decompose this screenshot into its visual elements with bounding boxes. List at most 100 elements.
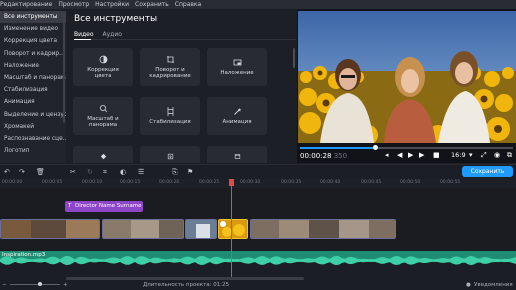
tab-audio[interactable]: Аудио	[103, 31, 122, 38]
title-clip[interactable]: T Director Name Surname	[65, 201, 143, 212]
redo-icon[interactable]: ↷	[19, 168, 25, 176]
video-preview[interactable]	[298, 11, 516, 143]
menu-settings[interactable]: Настройки	[95, 0, 129, 9]
export-frame-icon[interactable]: ⎘	[172, 168, 178, 177]
bell-icon[interactable]: ●	[466, 282, 471, 288]
video-clip[interactable]	[102, 219, 184, 239]
sidebar-item-scene[interactable]: Распознавание сце...	[0, 133, 66, 145]
delete-icon[interactable]: 🗑	[36, 168, 45, 176]
menu-save[interactable]: Сохранить	[135, 0, 169, 9]
zoom-in-icon[interactable]: +	[63, 282, 68, 288]
menu-edit[interactable]: Редактирование	[0, 0, 52, 9]
tile-animation[interactable]: Анимация	[207, 97, 267, 135]
progress-fill	[300, 147, 375, 149]
timeline-scrollbar[interactable]	[66, 277, 304, 280]
tile-label: Стабилизация	[149, 118, 191, 125]
audio-track[interactable]	[0, 251, 516, 266]
ruler-tick-label: 00:00:20	[159, 180, 180, 185]
color-adjust-icon[interactable]: ◐	[120, 168, 126, 176]
zoom-out-icon[interactable]: −	[2, 282, 7, 288]
menu-view[interactable]: Просмотр	[58, 0, 89, 9]
scene-icon	[234, 154, 240, 159]
panel-title: Все инструменты	[74, 14, 158, 24]
ruler-tick-label: 00:00:50	[400, 180, 421, 185]
ruler-tick-label: 00:00:25	[199, 180, 220, 185]
save-button[interactable]: Сохранить	[462, 166, 513, 177]
tile-overlay[interactable]: Наложение	[207, 48, 267, 86]
tile-color-correction[interactable]: Коррекция цвета	[73, 48, 133, 86]
aspect-chevron-icon[interactable]: ▾	[469, 151, 473, 159]
sidebar-item-animation[interactable]: Анимация	[0, 96, 66, 108]
aspect-ratio-select[interactable]: 16:9	[451, 151, 466, 159]
zoom-pan-icon	[99, 104, 107, 112]
tile-stabilization[interactable]: Стабилизация	[140, 97, 200, 135]
tab-video[interactable]: Видео	[74, 31, 94, 38]
properties-icon[interactable]: ☰	[138, 168, 144, 176]
ruler-tick-label: 00:00:40	[320, 180, 341, 185]
crop-icon[interactable]: ⌗	[103, 168, 107, 177]
next-frame-icon[interactable]: ▶	[419, 151, 424, 159]
undo-icon[interactable]: ↶	[4, 168, 10, 176]
project-duration: Длительность проекта: 01:25	[143, 282, 230, 288]
sidebar-scrollbar[interactable]	[63, 13, 65, 123]
timeline-ruler[interactable]: 00:00:00 00:00:05 00:00:10 00:00:15 00:0…	[0, 179, 516, 188]
sidebar-item-overlay[interactable]: Наложение	[0, 60, 66, 72]
tile-crop-rotate[interactable]: Поворот и кадрирование	[140, 48, 200, 86]
clip-thumbnails	[1, 220, 99, 238]
volume-icon[interactable]: ◂	[385, 151, 389, 159]
tile-scene[interactable]	[207, 146, 267, 163]
timecode: 00:00:28 350	[300, 152, 347, 160]
status-bar: − + Длительность проекта: 01:25 ● Уведом…	[0, 281, 516, 290]
audio-clip-label: Inspiration.mp3	[2, 252, 46, 258]
flag-icon[interactable]: ⚑	[187, 168, 193, 176]
tools-sidebar: Все инструменты Изменение видео Коррекци…	[0, 11, 66, 163]
fullscreen-icon[interactable]: ⤢	[481, 151, 487, 160]
cut-icon[interactable]: ✂	[70, 168, 76, 176]
tile-label: Наложение	[220, 69, 254, 76]
sidebar-item-logo[interactable]: Логотип	[0, 145, 66, 157]
progress-knob[interactable]	[372, 145, 378, 150]
notifications-link[interactable]: Уведомления	[474, 282, 513, 288]
title-clip-icon: T	[68, 203, 72, 209]
tile-label: Масштаб и панорама	[87, 115, 119, 129]
sidebar-item-color[interactable]: Коррекция цвета	[0, 35, 66, 47]
ruler-tick-label: 00:00:05	[42, 180, 63, 185]
sidebar-item-stabilization[interactable]: Стабилизация	[0, 84, 66, 96]
video-clip[interactable]	[250, 219, 396, 239]
transition-marker[interactable]	[220, 221, 226, 227]
tile-chroma[interactable]	[140, 146, 200, 163]
detach-icon[interactable]: ⧉	[507, 151, 512, 160]
zoom-slider-knob[interactable]	[38, 282, 42, 286]
clip-thumbnails	[251, 220, 395, 238]
rotate-icon[interactable]: ↻	[87, 168, 93, 176]
video-clip[interactable]	[185, 219, 217, 239]
sidebar-item-edit-video[interactable]: Изменение видео	[0, 23, 66, 35]
playhead[interactable]	[231, 179, 232, 278]
panel-tabs: Видео Аудио	[74, 31, 131, 38]
tile-label: Анимация	[222, 118, 252, 125]
stop-icon[interactable]: ■	[433, 151, 440, 159]
sidebar-item-crop[interactable]: Поворот и кадрир...	[0, 48, 66, 60]
playback-progress[interactable]	[300, 145, 513, 150]
audio-waveform	[0, 255, 516, 266]
menu-help[interactable]: Справка	[175, 0, 201, 9]
tile-zoom-pan[interactable]: Масштаб и панорама	[73, 97, 133, 135]
play-icon[interactable]: ▶	[408, 151, 413, 159]
tile-label: Коррекция цвета	[87, 66, 119, 80]
zoom-slider[interactable]	[10, 284, 60, 285]
sidebar-item-zoom[interactable]: Масштаб и панорамa	[0, 72, 66, 84]
prev-frame-icon[interactable]: ◀	[397, 151, 402, 159]
sidebar-item-censor[interactable]: Выделение и цензура	[0, 109, 66, 121]
ruler-tick-label: 00:00:00	[2, 180, 23, 185]
sidebar-item-all-tools[interactable]: Все инструменты	[0, 11, 66, 24]
tile-label: Поворот и кадрирование	[149, 66, 191, 80]
tools-panel: Все инструменты Видео Аудио	[66, 11, 297, 163]
menu-bar: Редактирование Просмотр Настройки Сохран…	[0, 0, 516, 9]
sidebar-item-chroma[interactable]: Хромакей	[0, 121, 66, 133]
video-clip[interactable]	[0, 219, 100, 239]
color-correction-icon	[99, 55, 107, 63]
snapshot-icon[interactable]: ◉	[494, 151, 500, 159]
panel-scrollbar[interactable]	[293, 48, 295, 68]
ruler-tick-label: 00:00:10	[82, 180, 103, 185]
tile-highlight[interactable]	[73, 146, 133, 163]
